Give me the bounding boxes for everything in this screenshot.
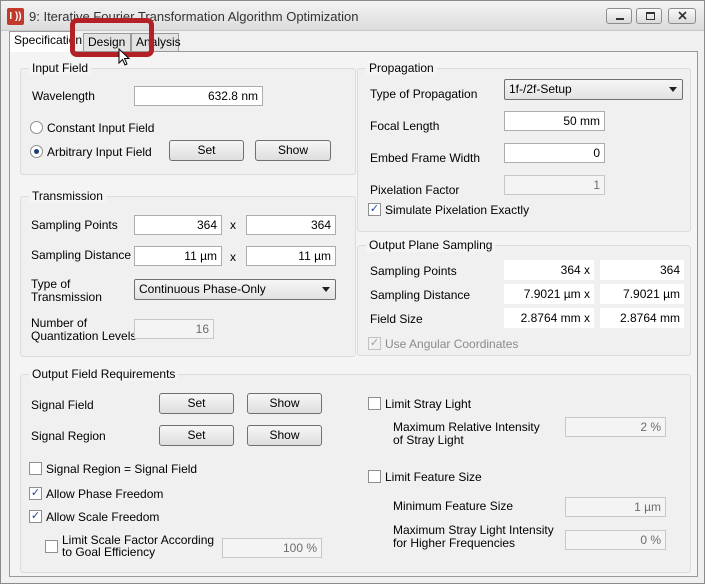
use-angular-coordinates-label: Use Angular Coordinates (385, 337, 519, 351)
transmission-sampling-points-y-input[interactable]: 364 (246, 215, 336, 235)
quantization-levels-label-line1: Number of (31, 316, 88, 330)
allow-scale-freedom-label[interactable]: Allow Scale Freedom (46, 510, 159, 524)
pixelation-factor-input: 1 (504, 175, 605, 195)
signal-field-show-button[interactable]: Show (247, 393, 322, 414)
radio-selected-dot (34, 149, 39, 154)
output-sampling-distance-y-value: 7.9021 µm (600, 284, 684, 304)
max-relative-intensity-label-line1: Maximum Relative Intensity (393, 420, 540, 434)
input-field-show-button[interactable]: Show (255, 140, 331, 161)
signal-region-show-button[interactable]: Show (247, 425, 322, 446)
limit-scale-factor-input: 100 % (222, 538, 322, 558)
input-field-title: Input Field (29, 61, 92, 75)
type-of-transmission-label-line1: Type of (31, 277, 71, 291)
times-sign: x (230, 218, 236, 232)
max-stray-light-hf-label-line2: for Higher Frequencies (393, 536, 516, 550)
type-of-propagation-select[interactable]: 1f-/2f-Setup (504, 79, 683, 100)
propagation-group: Propagation Type of Propagation 1f-/2f-S… (357, 61, 691, 232)
design-tab-highlight (70, 18, 154, 57)
constant-input-field-radio[interactable] (30, 121, 43, 134)
type-of-transmission-value: Continuous Phase-Only (139, 282, 266, 296)
limit-stray-light-label[interactable]: Limit Stray Light (385, 397, 471, 411)
transmission-group: Transmission Sampling Points 364 x 364 S… (20, 189, 356, 357)
wavelength-input[interactable]: 632.8 nm (134, 86, 263, 106)
transmission-sampling-distance-label: Sampling Distance (31, 248, 132, 262)
mouse-pointer-icon (118, 48, 131, 66)
signal-region-equals-field-checkbox[interactable] (29, 462, 42, 475)
output-plane-sampling-title: Output Plane Sampling (366, 238, 496, 252)
max-stray-light-hf-input: 0 % (565, 530, 666, 550)
limit-stray-light-checkbox[interactable] (368, 397, 381, 410)
allow-scale-freedom-checkbox[interactable]: ✓ (29, 510, 42, 523)
output-sampling-points-x-value: 364 x (504, 260, 594, 280)
type-of-propagation-label: Type of Propagation (370, 87, 478, 101)
output-field-requirements-group: Output Field Requirements Signal Field S… (20, 367, 691, 573)
output-sampling-points-label: Sampling Points (370, 264, 457, 278)
output-sampling-points-y-value: 364 (600, 260, 684, 280)
quantization-levels-input: 16 (134, 319, 214, 339)
signal-field-set-button[interactable]: Set (159, 393, 234, 414)
max-stray-light-hf-label-line1: Maximum Stray Light Intensity (393, 523, 554, 537)
min-feature-size-label: Minimum Feature Size (393, 499, 514, 513)
type-of-transmission-select[interactable]: Continuous Phase-Only (134, 279, 336, 300)
close-icon (678, 11, 687, 20)
maximize-button[interactable] (636, 8, 662, 24)
arbitrary-input-field-radio[interactable] (30, 145, 43, 158)
output-field-requirements-title: Output Field Requirements (29, 367, 179, 381)
output-sampling-distance-label: Sampling Distance (370, 288, 471, 302)
propagation-title: Propagation (366, 61, 437, 75)
signal-field-label: Signal Field (31, 398, 94, 412)
input-field-set-button[interactable]: Set (169, 140, 244, 161)
field-size-label: Field Size (370, 312, 423, 326)
app-window: I )) 9: Iterative Fourier Transformation… (0, 0, 705, 584)
tab-specification[interactable]: Specification (9, 31, 82, 52)
app-logo-icon: I )) (7, 8, 24, 25)
transmission-sampling-distance-y-input[interactable]: 11 µm (246, 246, 336, 266)
allow-phase-freedom-checkbox[interactable]: ✓ (29, 487, 42, 500)
simulate-pixelation-checkbox[interactable]: ✓ (368, 203, 381, 216)
field-size-x-value: 2.8764 mm x (504, 308, 594, 328)
minimize-icon (616, 18, 624, 20)
type-of-transmission-label-line2: Transmission (31, 290, 102, 304)
use-angular-coordinates-checkbox: ✓ (368, 337, 381, 350)
max-relative-intensity-label-line2: of Stray Light (393, 433, 464, 447)
wavelength-label: Wavelength (32, 89, 95, 103)
maximize-icon (646, 12, 655, 20)
chevron-down-icon (322, 287, 330, 292)
embed-frame-width-input[interactable]: 0 (504, 143, 605, 163)
constant-input-field-label[interactable]: Constant Input Field (47, 121, 154, 135)
limit-feature-size-checkbox[interactable] (368, 470, 381, 483)
signal-region-label: Signal Region (31, 429, 106, 443)
limit-scale-factor-checkbox[interactable] (45, 540, 58, 553)
chevron-down-icon (669, 87, 677, 92)
transmission-sampling-points-label: Sampling Points (31, 218, 118, 232)
min-feature-size-input: 1 µm (565, 497, 666, 517)
specification-panel: Input Field Wavelength 632.8 nm Constant… (9, 51, 698, 577)
quantization-levels-label-line2: Quantization Levels (31, 329, 137, 343)
times-sign: x (230, 250, 236, 264)
minimize-button[interactable] (606, 8, 632, 24)
transmission-sampling-points-x-input[interactable]: 364 (134, 215, 222, 235)
signal-region-equals-field-label[interactable]: Signal Region = Signal Field (46, 462, 197, 476)
max-relative-intensity-input: 2 % (565, 417, 666, 437)
allow-phase-freedom-label[interactable]: Allow Phase Freedom (46, 487, 163, 501)
focal-length-input[interactable]: 50 mm (504, 111, 605, 131)
output-sampling-distance-x-value: 7.9021 µm x (504, 284, 594, 304)
embed-frame-width-label: Embed Frame Width (370, 151, 481, 165)
transmission-title: Transmission (29, 189, 106, 203)
limit-scale-factor-label-line2[interactable]: to Goal Efficiency (62, 545, 155, 559)
transmission-sampling-distance-x-input[interactable]: 11 µm (134, 246, 222, 266)
field-size-y-value: 2.8764 mm (600, 308, 684, 328)
output-plane-sampling-group: Output Plane Sampling Sampling Points 36… (357, 238, 691, 356)
focal-length-label: Focal Length (370, 119, 440, 133)
signal-region-set-button[interactable]: Set (159, 425, 234, 446)
pixelation-factor-label: Pixelation Factor (370, 183, 460, 197)
limit-feature-size-label[interactable]: Limit Feature Size (385, 470, 482, 484)
simulate-pixelation-label[interactable]: Simulate Pixelation Exactly (385, 203, 529, 217)
input-field-group: Input Field Wavelength 632.8 nm Constant… (20, 61, 356, 175)
close-button[interactable] (668, 8, 696, 24)
arbitrary-input-field-label[interactable]: Arbitrary Input Field (47, 145, 152, 159)
type-of-propagation-value: 1f-/2f-Setup (509, 82, 572, 96)
